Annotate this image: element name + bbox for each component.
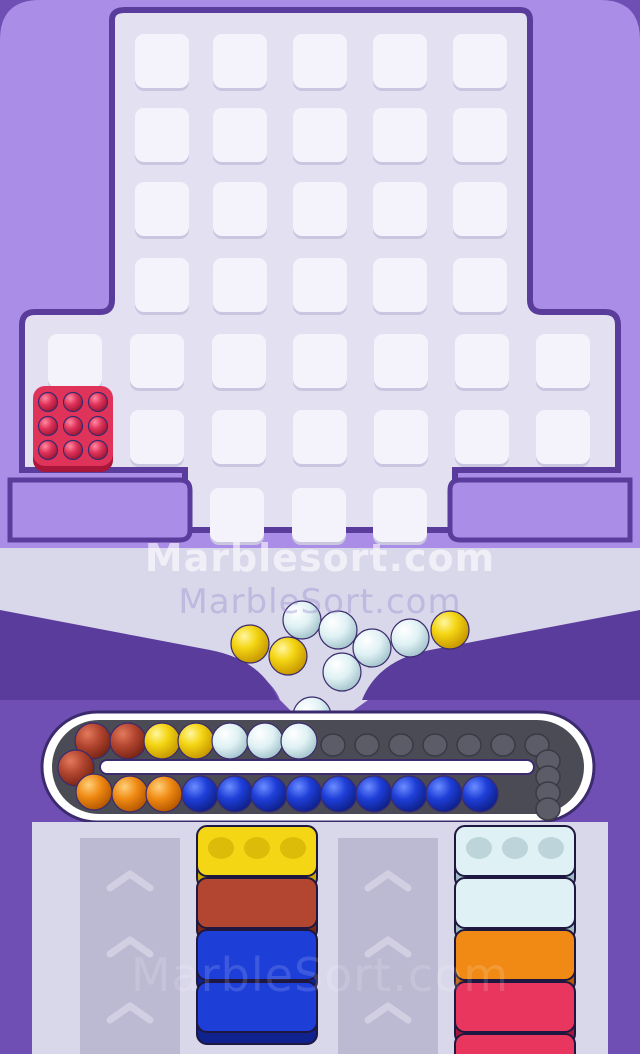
board-slot[interactable] xyxy=(130,410,184,464)
board-slot[interactable] xyxy=(212,410,266,464)
box-hole xyxy=(502,837,528,859)
ledge-left xyxy=(7,477,193,543)
blue-marble xyxy=(285,775,323,813)
white-marble xyxy=(280,722,318,760)
white-marble xyxy=(318,610,358,650)
board-slot[interactable] xyxy=(213,258,267,312)
conveyor-empty-cell xyxy=(354,733,380,757)
board-slot[interactable] xyxy=(373,34,427,88)
yellow-marble xyxy=(230,624,270,664)
board-slot[interactable] xyxy=(373,182,427,236)
red-marble xyxy=(87,439,109,461)
blue-marble xyxy=(425,775,463,813)
blue-marble xyxy=(461,775,499,813)
white-marble xyxy=(352,628,392,668)
board-slot[interactable] xyxy=(213,182,267,236)
column-1-track[interactable] xyxy=(80,838,180,1054)
column-1[interactable] xyxy=(80,838,180,1054)
conveyor-empty-cell xyxy=(490,733,516,757)
blue-marble xyxy=(390,775,428,813)
yellow-marble xyxy=(268,636,308,676)
red-marble xyxy=(37,415,59,437)
board-slot[interactable] xyxy=(292,488,346,542)
red-marble xyxy=(62,415,84,437)
white-marble xyxy=(282,600,322,640)
board-slot[interactable] xyxy=(374,410,428,464)
board-slot[interactable] xyxy=(130,334,184,388)
board-slot[interactable] xyxy=(455,410,509,464)
column-3-track[interactable] xyxy=(338,838,438,1054)
board-slot[interactable] xyxy=(48,334,102,388)
blue-marble xyxy=(320,775,358,813)
column-4[interactable] xyxy=(454,825,576,1054)
board-slot[interactable] xyxy=(453,182,507,236)
board-slot[interactable] xyxy=(210,488,264,542)
white-marble xyxy=(246,722,284,760)
red-marble xyxy=(62,391,84,413)
board-slot[interactable] xyxy=(293,182,347,236)
column-3[interactable] xyxy=(338,838,438,1054)
red-marble xyxy=(87,415,109,437)
board-slot[interactable] xyxy=(293,334,347,388)
blue-marble xyxy=(181,775,219,813)
blue-marble xyxy=(216,775,254,813)
red-marble-block[interactable] xyxy=(33,386,113,472)
red-marble xyxy=(37,391,59,413)
red-marble xyxy=(62,439,84,461)
board-slot[interactable] xyxy=(373,258,427,312)
board-slot[interactable] xyxy=(212,334,266,388)
board-slot[interactable] xyxy=(536,410,590,464)
red-marble xyxy=(87,391,109,413)
ledge-right xyxy=(447,477,633,543)
pink-box[interactable] xyxy=(454,1033,576,1054)
board-slot[interactable] xyxy=(373,108,427,162)
yellow-marble xyxy=(430,610,470,650)
yellow-marble xyxy=(143,722,181,760)
box-hole xyxy=(244,837,270,859)
conveyor-empty-cell xyxy=(456,733,482,757)
orange-marble xyxy=(75,773,113,811)
orange-marble xyxy=(111,775,149,813)
board-slot[interactable] xyxy=(374,334,428,388)
tray-left-wall xyxy=(0,700,32,1054)
white-marble xyxy=(390,618,430,658)
tray-right-wall xyxy=(608,700,640,1054)
brown-marble xyxy=(109,722,147,760)
blue-marble xyxy=(355,775,393,813)
board-slot[interactable] xyxy=(135,258,189,312)
board-slot[interactable] xyxy=(373,488,427,542)
board-slot[interactable] xyxy=(213,34,267,88)
conveyor-empty-cell xyxy=(388,733,414,757)
board-slot[interactable] xyxy=(293,34,347,88)
white-marble xyxy=(211,722,249,760)
yellow-marble xyxy=(177,722,215,760)
orange-marble xyxy=(145,775,183,813)
box-hole xyxy=(538,837,564,859)
board-slot[interactable] xyxy=(135,108,189,162)
conveyor-empty-cell xyxy=(422,733,448,757)
box-hole xyxy=(466,837,492,859)
box-hole xyxy=(280,837,306,859)
board-slot[interactable] xyxy=(453,34,507,88)
red-marble xyxy=(37,439,59,461)
board-slot[interactable] xyxy=(213,108,267,162)
board-slot[interactable] xyxy=(455,334,509,388)
board-slot[interactable] xyxy=(293,258,347,312)
board-slot[interactable] xyxy=(293,410,347,464)
board-slot[interactable] xyxy=(135,34,189,88)
board-slot[interactable] xyxy=(293,108,347,162)
board-slot[interactable] xyxy=(135,182,189,236)
board-slot[interactable] xyxy=(453,108,507,162)
column-2[interactable] xyxy=(196,825,318,1045)
box-hole xyxy=(208,837,234,859)
game-scene xyxy=(0,0,640,1054)
board-slot[interactable] xyxy=(453,258,507,312)
white-marble xyxy=(322,652,362,692)
conveyor-empty-cell xyxy=(535,797,561,821)
blue-marble xyxy=(250,775,288,813)
board-slot[interactable] xyxy=(536,334,590,388)
conveyor-empty-cell xyxy=(320,733,346,757)
blue-box[interactable] xyxy=(196,981,318,1045)
